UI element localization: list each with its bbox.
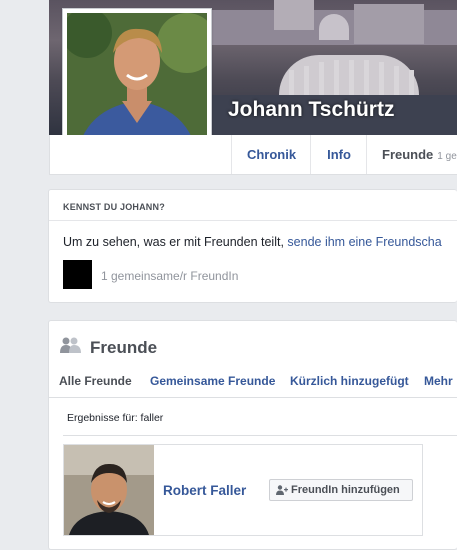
tab-mehr[interactable]: Mehr [424, 374, 453, 388]
mutual-friend-avatar[interactable] [63, 260, 92, 289]
search-results-label: Ergebnisse für: faller [67, 412, 164, 424]
mutual-friends-count[interactable]: 1 gemeinsame/r FreundIn [101, 269, 238, 283]
know-card-text: Um zu sehen, was er mit Freunden teilt, … [63, 235, 442, 249]
know-card-text-prefix: Um zu sehen, was er mit Freunden teilt, [63, 235, 284, 249]
tab-gemeinsame-freunde[interactable]: Gemeinsame Freunde [150, 374, 275, 388]
add-friend-button[interactable]: FreundIn hinzufügen [269, 479, 413, 501]
tab-info[interactable]: Info [310, 135, 367, 174]
send-friend-request-link[interactable]: sende ihm eine Freundscha [287, 235, 441, 249]
tab-freunde-label: Freunde [382, 147, 434, 162]
tab-freunde[interactable]: Freunde 1 ge [366, 135, 457, 174]
tab-kuerzlich-hinzugefuegt[interactable]: Kürzlich hinzugefügt [290, 374, 409, 388]
add-friend-icon [276, 485, 288, 495]
divider [49, 220, 457, 221]
friend-name[interactable]: Robert Faller [163, 483, 246, 498]
profile-tab-bar: Chronik Info Freunde 1 ge [49, 135, 457, 175]
profile-name[interactable]: Johann Tschürtz [228, 98, 394, 122]
person-photo [67, 13, 207, 153]
person-photo [64, 445, 154, 535]
friend-avatar[interactable] [64, 445, 154, 535]
friends-section-title: Freunde [90, 338, 158, 357]
know-person-card: KENNST DU JOHANN? Um zu sehen, was er mi… [48, 189, 457, 303]
tab-alle-freunde[interactable]: Alle Freunde [59, 374, 132, 388]
friends-icon [60, 337, 81, 353]
divider [49, 397, 457, 398]
friend-list-item: Robert Faller FreundIn hinzufügen [63, 444, 423, 536]
tab-chronik[interactable]: Chronik [231, 135, 311, 174]
tab-freunde-count: 1 ge [437, 151, 457, 162]
add-friend-label: FreundIn hinzufügen [291, 484, 400, 496]
divider [63, 435, 457, 436]
know-card-heading: KENNST DU JOHANN? [63, 202, 165, 212]
friends-section: Freunde Alle Freunde Gemeinsame Freunde … [48, 320, 457, 550]
